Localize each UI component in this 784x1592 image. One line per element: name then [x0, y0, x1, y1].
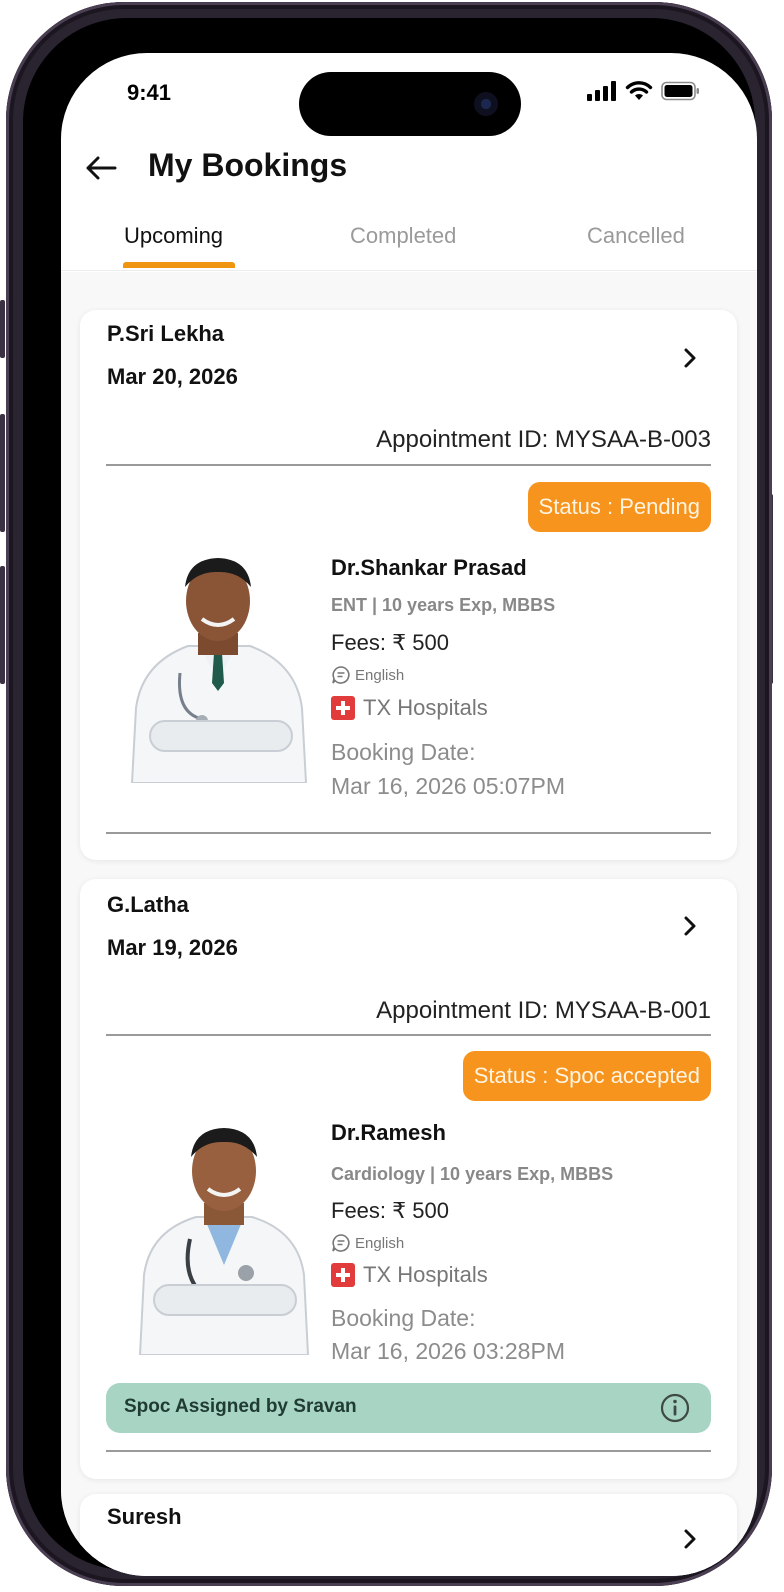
doctor-language: English — [331, 1233, 404, 1253]
spoc-assigned-text: Spoc Assigned by Sravan — [124, 1396, 357, 1417]
app-screen: 9:41 My Bookings Upcoming Completed Canc… — [61, 53, 757, 1576]
doctor-specialty: Cardiology | 10 years Exp, MBBS — [331, 1164, 614, 1184]
divider — [106, 1034, 711, 1036]
booking-date: Mar 16, 2026 05:07PM — [331, 773, 565, 799]
doctor-specialty: ENT | 10 years Exp, MBBS — [331, 595, 556, 615]
booking-card[interactable]: Suresh — [80, 1494, 737, 1576]
patient-name: G.Latha — [107, 892, 189, 917]
booking-tabs: Upcoming Completed Cancelled — [61, 215, 757, 271]
appointment-date: Mar 20, 2026 — [107, 364, 238, 389]
hospital-name: TX Hospitals — [363, 1262, 488, 1287]
status-badge: Status : Spoc accepted — [462, 1051, 711, 1101]
patient-name: Suresh — [107, 1504, 182, 1529]
doctor-name: Dr.Ramesh — [331, 1120, 446, 1145]
tab-cancelled[interactable]: Cancelled — [587, 223, 685, 249]
info-icon[interactable] — [659, 1392, 691, 1424]
battery-icon — [661, 81, 699, 101]
language-label: English — [355, 666, 405, 684]
language-label: English — [355, 1234, 405, 1252]
volume-down-button — [0, 566, 5, 684]
consultation-fees: Fees: ₹ 500 — [331, 1198, 449, 1223]
divider — [106, 1450, 711, 1452]
active-tab-indicator — [123, 262, 235, 268]
arrow-left-icon — [86, 156, 117, 180]
hospital-cross-icon — [331, 696, 355, 720]
back-button[interactable] — [83, 150, 119, 186]
doctor-avatar — [130, 558, 308, 783]
appointment-id: Appointment ID: MYSAA-B-001 — [376, 997, 711, 1024]
front-camera-icon — [474, 92, 498, 116]
divider — [106, 464, 711, 466]
booking-date: Mar 16, 2026 03:28PM — [331, 1338, 565, 1364]
chevron-right-icon[interactable] — [679, 347, 701, 369]
status-time: 9:41 — [127, 80, 172, 105]
hospital-name: TX Hospitals — [363, 695, 488, 720]
phone-bezel: 9:41 My Bookings Upcoming Completed Canc… — [23, 18, 757, 1576]
divider — [106, 832, 711, 834]
chat-bubble-icon — [332, 1234, 350, 1252]
spoc-assigned-banner[interactable]: Spoc Assigned by Sravan — [106, 1383, 711, 1433]
bookings-list[interactable]: P.Sri Lekha Mar 20, 2026 Appointment ID:… — [61, 272, 757, 1576]
booking-card[interactable]: G.Latha Mar 19, 2026 Appointment ID: MYS… — [80, 879, 737, 1479]
chevron-right-icon[interactable] — [679, 1528, 701, 1550]
chevron-right-icon[interactable] — [679, 915, 701, 937]
silent-switch — [0, 300, 5, 358]
hospital: TX Hospitals — [331, 695, 488, 721]
status-icons — [587, 81, 701, 101]
volume-up-button — [0, 414, 5, 532]
doctor-avatar — [138, 1128, 310, 1355]
booking-date-label: Booking Date: — [331, 739, 476, 765]
page-title: My Bookings — [148, 147, 348, 183]
doctor-language: English — [331, 665, 404, 685]
phone-frame: 9:41 My Bookings Upcoming Completed Canc… — [6, 2, 772, 1586]
appointment-date: Mar 19, 2026 — [107, 935, 238, 960]
booking-card[interactable]: P.Sri Lekha Mar 20, 2026 Appointment ID:… — [80, 310, 737, 860]
hospital-cross-icon — [331, 1263, 355, 1287]
hospital: TX Hospitals — [331, 1262, 488, 1288]
booking-date-label: Booking Date: — [331, 1305, 476, 1331]
appointment-id: Appointment ID: MYSAA-B-003 — [376, 426, 711, 453]
wifi-icon — [625, 81, 653, 100]
dynamic-island — [299, 72, 521, 136]
tab-upcoming[interactable]: Upcoming — [124, 223, 223, 249]
patient-name: P.Sri Lekha — [107, 321, 224, 346]
status-badge: Status : Pending — [527, 482, 711, 532]
tab-completed[interactable]: Completed — [350, 223, 456, 249]
cellular-signal-icon — [587, 81, 616, 101]
consultation-fees: Fees: ₹ 500 — [331, 630, 449, 655]
doctor-name: Dr.Shankar Prasad — [331, 555, 527, 580]
chat-bubble-icon — [332, 666, 350, 684]
